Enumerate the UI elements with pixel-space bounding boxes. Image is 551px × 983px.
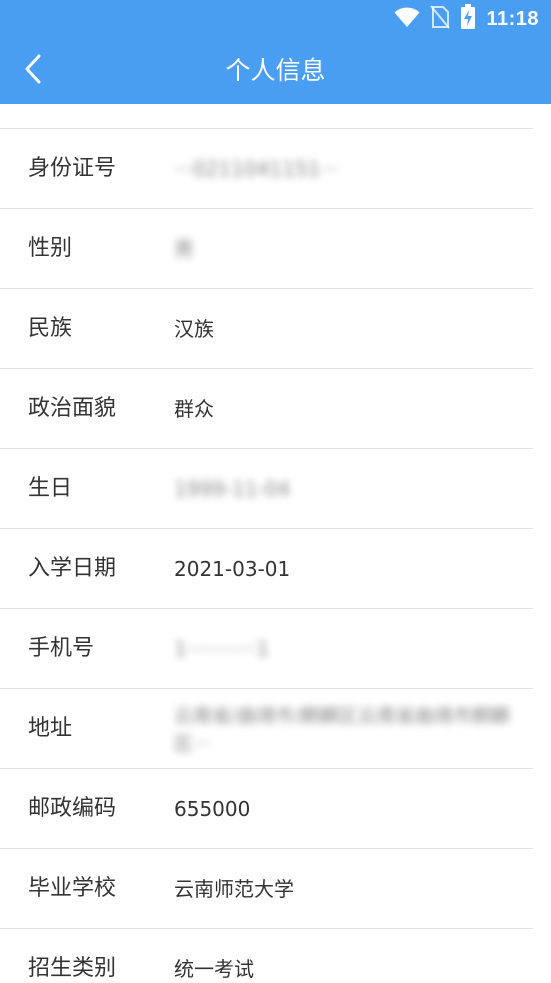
row-label: 政治面貌 — [28, 396, 117, 421]
list-item-enrollment-date[interactable]: 入学日期 2021-03-01 — [0, 529, 533, 609]
nav-bar: 个人信息 — [0, 38, 551, 104]
row-value-redacted: 男 — [174, 237, 194, 261]
wifi-icon — [394, 6, 420, 32]
row-value: 2021-03-01 — [174, 557, 291, 581]
row-value-redacted: ···0211041151··· — [174, 157, 340, 181]
row-label: 性别 — [28, 236, 73, 261]
no-sim-icon — [430, 5, 451, 33]
row-value-redacted: 1999-11-04 — [174, 477, 291, 501]
row-value: 655000 — [174, 797, 251, 821]
list-item-address[interactable]: 地址 云南省/曲靖市/麒麟区云南省曲靖市麒麟区··· — [0, 689, 533, 769]
battery-charging-icon — [460, 4, 476, 34]
list-item-id-number[interactable]: 身份证号 ···0211041151··· — [0, 129, 533, 209]
row-label: 身份证号 — [28, 156, 117, 181]
list-item-ethnicity[interactable]: 民族 汉族 — [0, 289, 533, 369]
page-title: 个人信息 — [225, 56, 326, 85]
personal-info-list[interactable]: 身份证号 ···0211041151··· 性别 男 民族 汉族 政治面貌 群众… — [0, 104, 551, 983]
list-item-postal-code[interactable]: 邮政编码 655000 — [0, 769, 533, 849]
row-label: 招生类别 — [28, 956, 117, 981]
row-value: 云南师范大学 — [174, 877, 294, 901]
status-bar: 11:18 — [0, 0, 551, 38]
row-label: 毕业学校 — [28, 876, 117, 901]
row-label: 地址 — [28, 716, 73, 741]
chevron-left-icon — [23, 54, 43, 88]
status-icons: 11:18 — [394, 4, 539, 34]
row-label: 生日 — [28, 476, 73, 501]
app-header: 11:18 个人信息 — [0, 0, 551, 104]
list-item-graduated-school[interactable]: 毕业学校 云南师范大学 — [0, 849, 533, 929]
list-item-phone[interactable]: 手机号 1···········1 — [0, 609, 533, 689]
list-item-gender[interactable]: 性别 男 — [0, 209, 533, 289]
row-value-redacted: 云南省/曲靖市/麒麟区云南省曲靖市麒麟区··· — [174, 705, 510, 755]
list-item-admission-type[interactable]: 招生类别 统一考试 — [0, 929, 533, 983]
row-value: 群众 — [174, 397, 214, 421]
list-top-divider — [0, 104, 533, 129]
list-item-political-status[interactable]: 政治面貌 群众 — [0, 369, 533, 449]
row-label: 民族 — [28, 316, 73, 341]
row-value: 汉族 — [174, 317, 214, 341]
list-item-birthday[interactable]: 生日 1999-11-04 — [0, 449, 533, 529]
row-value-redacted: 1···········1 — [174, 637, 270, 661]
row-label: 手机号 — [28, 636, 95, 661]
row-label: 入学日期 — [28, 556, 117, 581]
status-time: 11:18 — [486, 7, 539, 30]
back-button[interactable] — [10, 46, 56, 96]
row-label: 邮政编码 — [28, 796, 117, 821]
row-value: 统一考试 — [174, 957, 254, 981]
